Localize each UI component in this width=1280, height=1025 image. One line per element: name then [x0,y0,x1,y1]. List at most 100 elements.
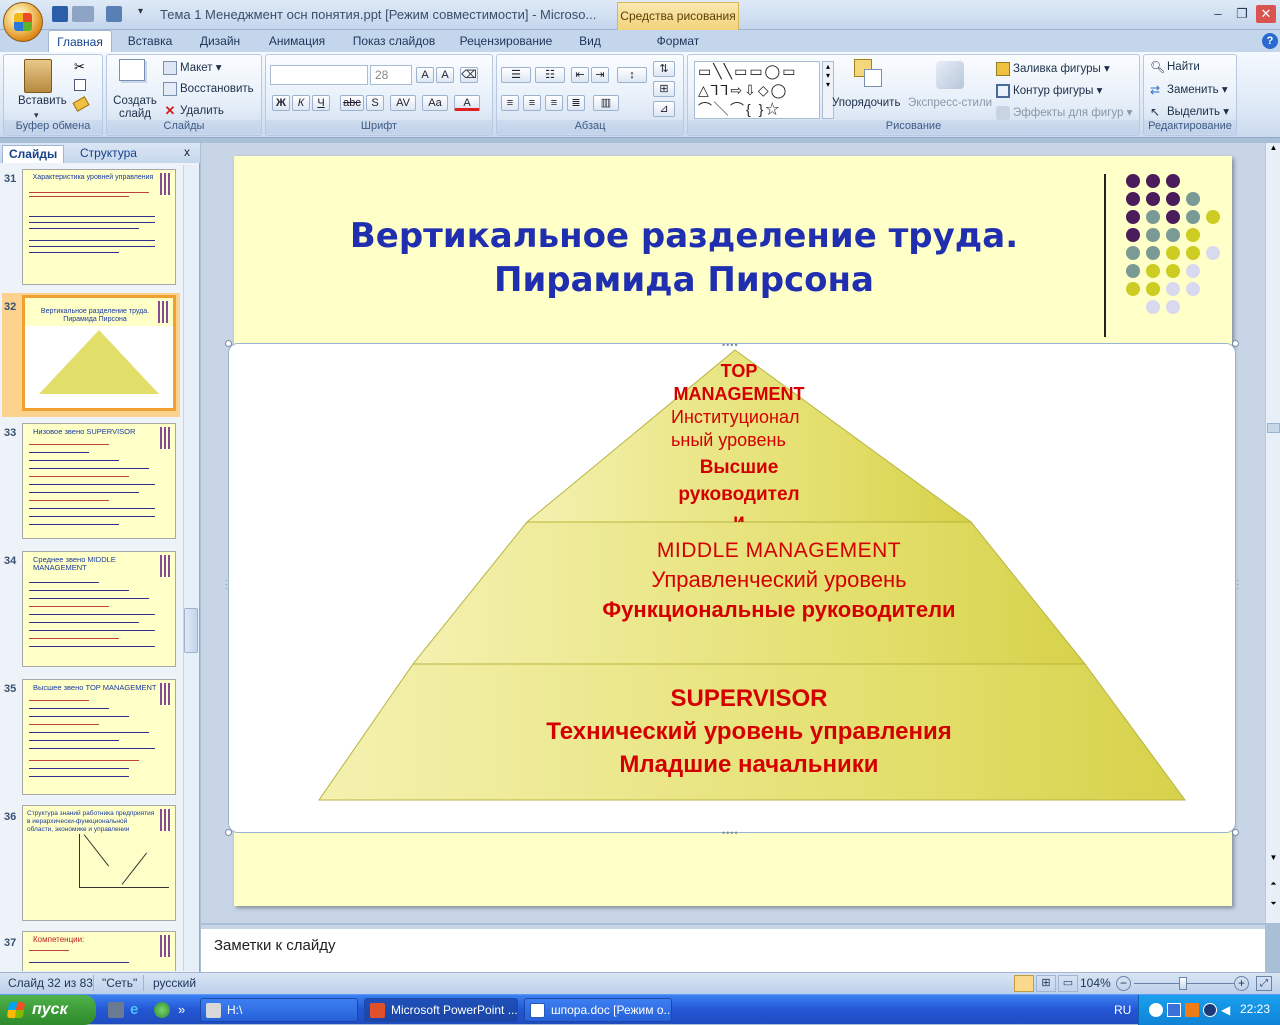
paste-icon[interactable] [24,59,52,93]
strikethrough-icon[interactable]: abc [340,95,364,111]
zoom-level[interactable]: 104% [1080,976,1111,990]
language-bar[interactable]: RU [1114,1003,1131,1017]
pyramid-diagram[interactable]: •••• •••• :: :: TOP MANAGEMENT Институци… [225,340,1239,838]
slide-canvas[interactable]: Вертикальное разделение труда. Пирамида … [225,156,1239,906]
slide-thumbnail-32[interactable]: Вертикальное разделение труда. Пирамида … [22,295,176,411]
tab-home[interactable]: Главная [48,30,112,52]
smartart-icon[interactable]: ⊿ [653,101,675,117]
language-indicator[interactable]: русский [153,976,196,990]
redo-icon[interactable] [106,6,122,22]
tab-design[interactable]: Дизайн [190,30,250,52]
change-case-icon[interactable]: Aa [422,95,448,111]
task-word[interactable]: шпора.doc [Режим о... [524,998,672,1022]
zoom-slider-thumb[interactable] [1179,977,1187,990]
normal-view-icon[interactable] [1014,975,1034,992]
maximize-button[interactable]: ❐ [1232,5,1252,23]
slide-thumbnail-35[interactable]: Высшее звено TOP MANAGEMENT [22,679,176,795]
qat-customize-icon[interactable]: ▾ [138,6,143,17]
new-slide-button[interactable]: Создать слайд [113,95,157,121]
copy-icon[interactable] [74,79,86,91]
italic-icon[interactable]: К [292,95,310,111]
align-left-icon[interactable]: ≡ [501,95,519,111]
font-name-field[interactable] [270,65,368,85]
bold-icon[interactable]: Ж [272,95,290,111]
tab-insert[interactable]: Вставка [120,30,180,52]
scroll-up-icon[interactable]: ▲ [1267,143,1280,157]
format-painter-icon[interactable] [72,96,90,112]
minimize-button[interactable]: – [1208,5,1228,23]
quick-launch-icon[interactable] [108,1002,124,1018]
align-right-icon[interactable]: ≡ [545,95,563,111]
underline-icon[interactable]: Ч [312,95,330,111]
arrange-button[interactable]: Упорядочить [832,97,900,109]
tab-view[interactable]: Вид [568,30,612,52]
increase-indent-icon[interactable]: ⇥ [591,67,609,83]
task-explorer[interactable]: H:\ [200,998,358,1022]
undo-icon[interactable] [72,6,94,22]
replace-button[interactable]: ⇄ Заменить ▾ [1150,82,1228,97]
show-desktop-icon[interactable]: » [178,1002,194,1018]
tab-slideshow[interactable]: Показ слайдов [344,30,444,52]
tab-review[interactable]: Рецензирование [452,30,560,52]
spacing-icon[interactable]: AV [390,95,416,111]
notes-pane[interactable]: Заметки к слайду [201,925,1265,972]
fit-to-window-icon[interactable]: ⤢ [1256,976,1272,991]
ie-icon[interactable]: e [130,1002,146,1018]
office-button[interactable] [3,2,43,42]
slideshow-view-icon[interactable]: ▭ [1058,975,1078,992]
tab-animation[interactable]: Анимация [258,30,336,52]
tab-format[interactable]: Формат [640,30,716,52]
zoom-in-icon[interactable]: + [1234,976,1249,991]
shrink-font-icon[interactable]: A [436,67,454,83]
left-handle[interactable]: :: [225,578,228,591]
slide-scroll-handle[interactable] [1267,423,1280,433]
select-button[interactable]: ↖ Выделить ▾ [1150,104,1229,119]
slide-scrollbar[interactable]: ▲ ▼ ⏶ ⏷ [1265,143,1280,923]
quick-styles-icon[interactable] [936,61,964,89]
shape-fill-button[interactable]: Заливка фигуры ▾ [996,61,1110,76]
line-spacing-icon[interactable]: ↕ [617,67,647,83]
save-icon[interactable] [52,6,68,22]
bullets-icon[interactable]: ☰ [501,67,531,83]
notes-placeholder[interactable]: Заметки к слайду [214,937,336,954]
delete-button[interactable]: ✕ Удалить [163,104,224,118]
prev-slide-icon[interactable]: ⏶ [1267,879,1280,891]
slide-sorter-icon[interactable]: ⊞ [1036,975,1056,992]
shape-effects-button[interactable]: Эффекты для фигур ▾ [996,105,1132,120]
clear-format-icon[interactable]: ⌫ [460,67,478,83]
zoom-out-icon[interactable]: − [1116,976,1131,991]
tray-icon[interactable] [1167,1003,1181,1017]
tab-outline[interactable]: Структура [74,145,143,163]
scroll-down-icon[interactable]: ▼ [1267,853,1280,865]
reset-button[interactable]: Восстановить [163,82,254,96]
align-text-icon[interactable]: ⊞ [653,81,675,97]
find-button[interactable]: 🔍︎ Найти [1150,60,1200,74]
font-size-field[interactable]: 28 [370,65,412,85]
text-direction-icon[interactable]: ⇅ [653,61,675,77]
right-handle[interactable]: :: [1236,578,1239,591]
slide-thumbnail-36[interactable]: Структура знаний работника предприятия в… [22,805,176,921]
justify-icon[interactable]: ≣ [567,95,585,111]
align-center-icon[interactable]: ≡ [523,95,541,111]
layout-button[interactable]: Макет ▾ [163,60,222,75]
columns-icon[interactable]: ▥ [593,95,619,111]
tray-icon[interactable] [1185,1003,1199,1017]
tray-icon[interactable] [1149,1003,1163,1017]
shadow-icon[interactable]: S [366,95,384,111]
paste-button[interactable]: Вставить [18,95,67,107]
panel-close-icon[interactable]: x [184,145,190,159]
numbering-icon[interactable]: ☷ [535,67,565,83]
decrease-indent-icon[interactable]: ⇤ [571,67,589,83]
slide-thumbnail-34[interactable]: Среднее звено MIDDLE MANAGEMENT [22,551,176,667]
shapes-gallery[interactable]: ▭╲╲▭▭◯▭ △⅂⅂⇨⇩◇◯ ⌒╲⌒{ }☆ [694,61,820,119]
slide-thumbnail-31[interactable]: Характеристика уровней управления [22,169,176,285]
tab-slides[interactable]: Слайды [2,145,65,163]
slide-title[interactable]: Вертикальное разделение труда. Пирамида … [314,214,1054,302]
new-slide-icon[interactable] [119,59,145,81]
shapes-scroll[interactable]: ▴ ▾ ▾ [822,61,834,119]
font-color-icon[interactable]: A [454,95,480,111]
browser-icon[interactable] [154,1002,170,1018]
thumbnails-scrollbar[interactable] [183,165,199,971]
tray-icon[interactable] [1203,1003,1217,1017]
next-slide-icon[interactable]: ⏷ [1267,899,1280,911]
